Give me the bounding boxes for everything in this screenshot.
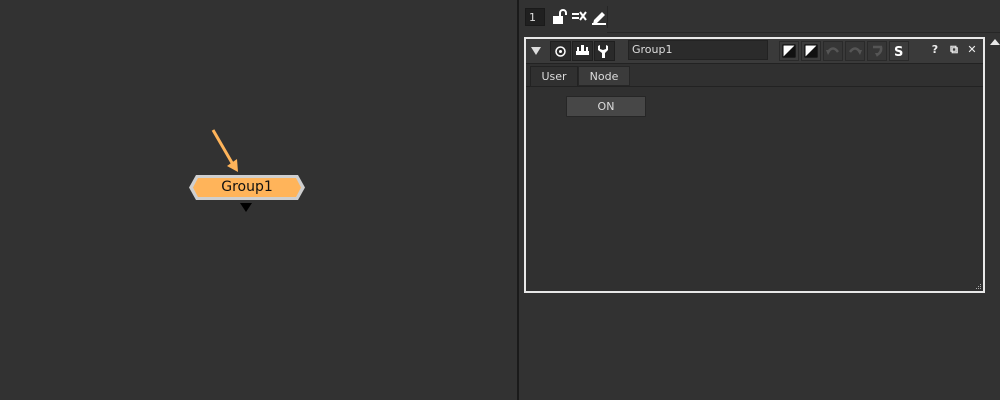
jump-to-input-icon <box>576 45 589 55</box>
max-panels-input[interactable]: 1 <box>525 8 545 26</box>
output-arrow-icon[interactable] <box>240 203 252 212</box>
collapse-arrow-icon[interactable] <box>531 47 541 55</box>
node-graph[interactable]: Group1 <box>0 0 517 400</box>
scroll-up-icon[interactable] <box>990 37 1000 47</box>
revert-icon <box>873 45 883 57</box>
float-panel-icon[interactable]: ⧉ <box>947 42 961 58</box>
center-node-icon <box>555 46 566 57</box>
panel-header: Group1 S ? ⧉ ✕ <box>526 39 983 64</box>
redo-icon <box>848 47 862 55</box>
input-arrow-icon[interactable] <box>205 124 245 174</box>
lock-icon[interactable] <box>551 9 567 25</box>
tab-user[interactable]: User <box>530 66 578 86</box>
script-button[interactable]: S <box>889 41 909 61</box>
wrench-button[interactable] <box>594 41 615 61</box>
on-button[interactable]: ON <box>566 96 646 117</box>
panel-tabs: User Node <box>526 66 983 87</box>
group1-properties-panel: Group1 S ? ⧉ ✕ User Node ON <box>524 37 985 293</box>
node-name-field[interactable]: Group1 <box>628 40 768 60</box>
jump-to-input-button[interactable] <box>572 41 593 61</box>
toolbar-underline <box>607 32 1000 33</box>
tab-node[interactable]: Node <box>578 66 630 86</box>
resize-grip-icon[interactable] <box>974 282 982 290</box>
undo-button[interactable] <box>823 41 843 61</box>
undo-icon <box>826 47 840 55</box>
help-icon[interactable]: ? <box>928 42 942 58</box>
font-color-button[interactable] <box>801 41 821 61</box>
svg-text:S: S <box>894 45 903 58</box>
close-icon[interactable]: ✕ <box>965 42 979 58</box>
wrench-icon <box>598 45 608 58</box>
revert-button[interactable] <box>867 41 887 61</box>
script-s-icon: S <box>894 45 903 58</box>
group-node[interactable]: Group1 <box>188 174 306 201</box>
clear-panels-icon[interactable] <box>571 9 587 25</box>
node-color-swatch-icon <box>782 44 796 58</box>
edit-pencil-icon[interactable] <box>591 9 607 25</box>
properties-bin: 1 Group1 S ? ⧉ ✕ User Node ON <box>519 0 1000 400</box>
group-node-label: Group1 <box>221 179 273 195</box>
properties-toolbar: 1 <box>519 0 1000 34</box>
font-color-swatch-icon <box>804 44 818 58</box>
redo-button[interactable] <box>845 41 865 61</box>
toolbar-divider <box>607 6 608 28</box>
node-color-button[interactable] <box>779 41 799 61</box>
center-node-button[interactable] <box>550 41 571 61</box>
